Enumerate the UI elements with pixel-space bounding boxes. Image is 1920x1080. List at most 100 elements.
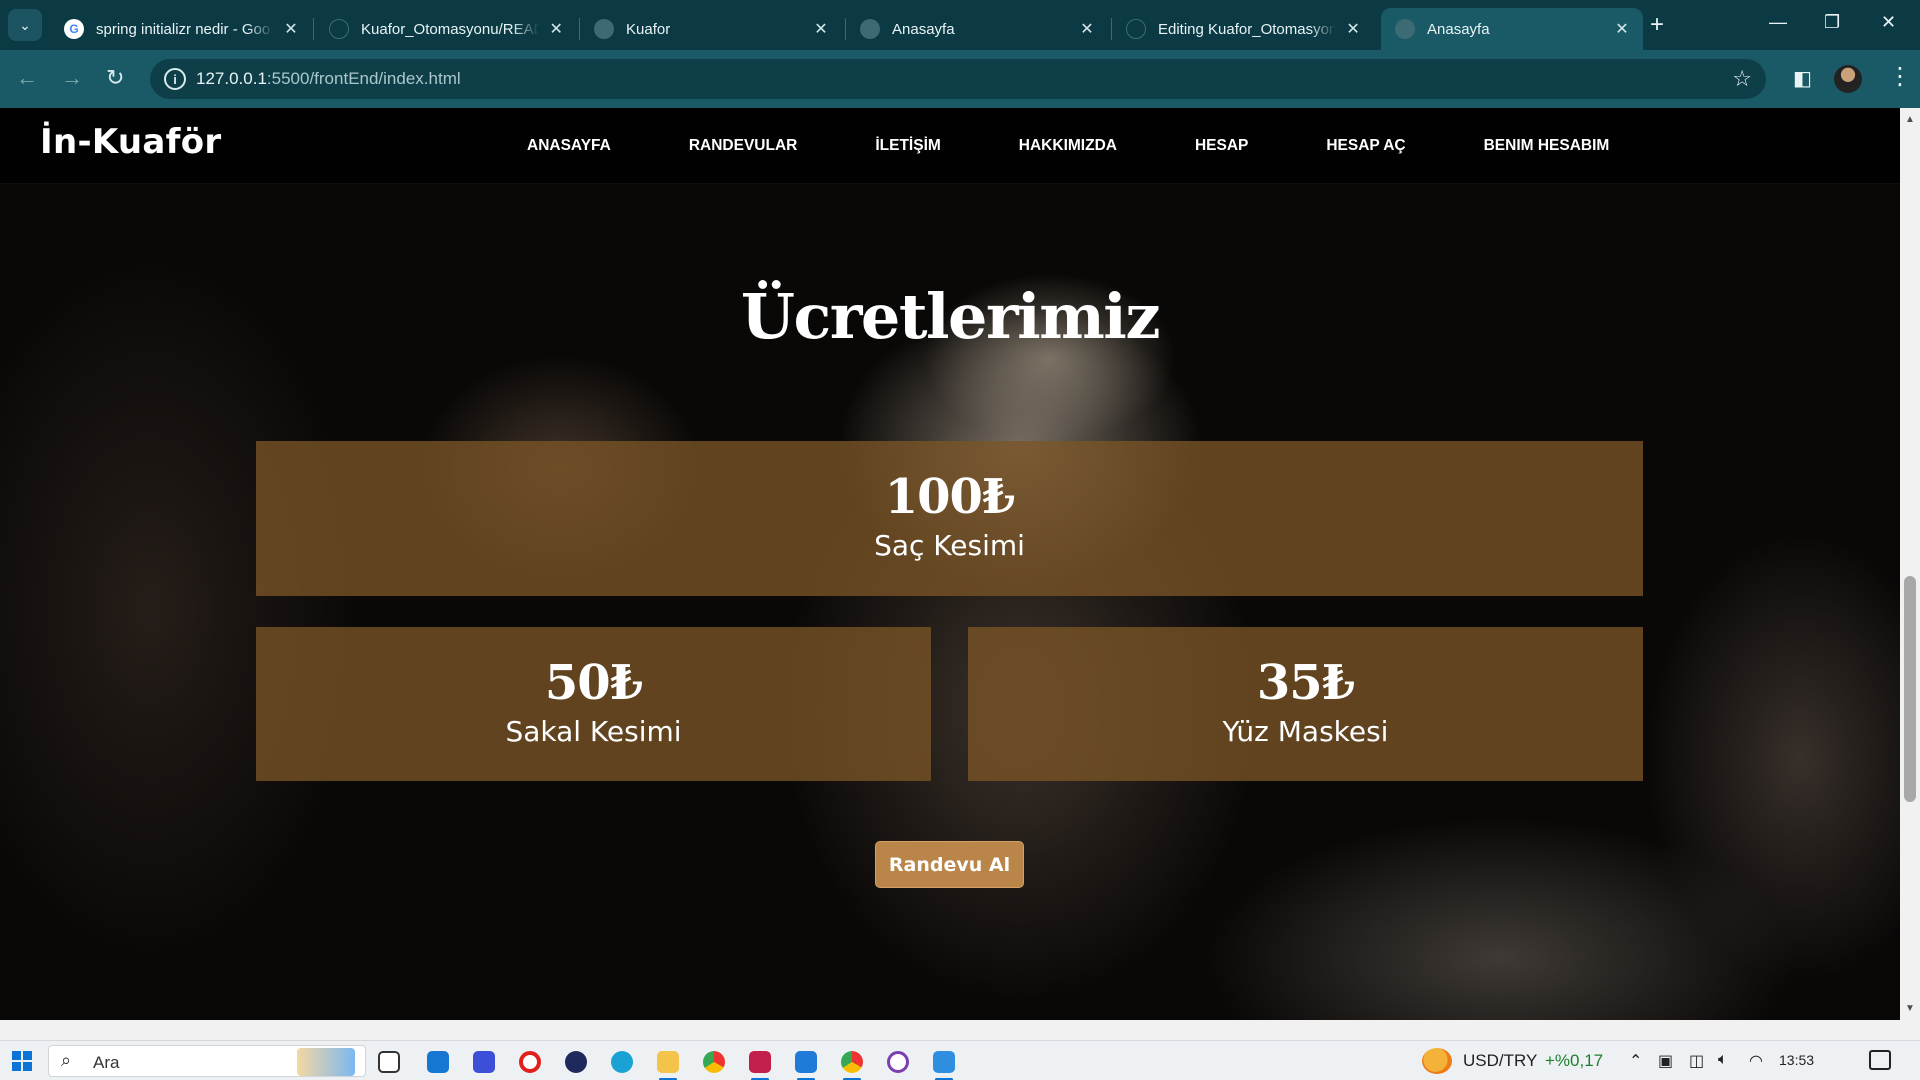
- ticker-change[interactable]: +%0,17: [1545, 1051, 1603, 1071]
- forward-icon[interactable]: →: [61, 65, 83, 91]
- side-panel-icon[interactable]: ◧: [1793, 66, 1812, 91]
- avatar[interactable]: [1834, 65, 1862, 93]
- globe-icon: [1395, 19, 1415, 39]
- price-card-sac: 100₺ Saç Kesimi: [256, 441, 1643, 596]
- mail-icon[interactable]: [427, 1051, 449, 1073]
- url-host: 127.0.0.1: [196, 69, 267, 88]
- price-card-sakal: 50₺ Sakal Kesimi: [256, 627, 931, 781]
- close-icon[interactable]: ✕: [547, 19, 565, 39]
- chrome-icon[interactable]: [841, 1051, 863, 1080]
- horizontal-scrollbar: [0, 1020, 1920, 1042]
- search-highlight-image: [297, 1048, 355, 1076]
- site-menu: ANASAYFA RANDEVULAR İLETİŞİM HAKKIMIZDA …: [527, 108, 1609, 184]
- scroll-up-icon[interactable]: ▲: [1905, 114, 1915, 125]
- minimize-button[interactable]: —: [1769, 12, 1787, 33]
- close-window-button[interactable]: ✕: [1881, 12, 1896, 33]
- close-icon[interactable]: ✕: [1344, 19, 1362, 39]
- vertical-scrollbar[interactable]: ▲ ▼: [1900, 108, 1920, 1020]
- app-icon[interactable]: [565, 1051, 587, 1073]
- task-view-icon[interactable]: [378, 1051, 400, 1073]
- close-icon[interactable]: ✕: [282, 19, 300, 39]
- wifi-icon[interactable]: ◠: [1749, 1051, 1763, 1071]
- url-path: :5500/frontEnd/index.html: [266, 69, 461, 88]
- tab-title: Anasayfa: [892, 20, 955, 38]
- tab-title: Kuafor: [626, 20, 671, 38]
- chevron-down-icon: ⌄: [19, 16, 31, 33]
- chevron-up-icon[interactable]: ⌃: [1629, 1051, 1642, 1071]
- price-value: 100₺: [884, 469, 1016, 525]
- file-explorer-icon[interactable]: [657, 1051, 679, 1080]
- globe-icon: [860, 19, 880, 39]
- nav-anasayfa[interactable]: ANASAYFA: [527, 137, 611, 155]
- site-info-icon[interactable]: i: [164, 68, 186, 90]
- new-tab-button[interactable]: +: [1650, 12, 1664, 38]
- close-icon[interactable]: ✕: [812, 19, 830, 39]
- tab-title: spring initializr nedir - Goo: [96, 20, 271, 38]
- toolbar: ← → ↻ i 127.0.0.1:5500/frontEnd/index.ht…: [0, 50, 1920, 108]
- price-value: 50₺: [544, 655, 643, 711]
- page-viewport: İn-Kuaför ANASAYFA RANDEVULAR İLETİŞİM H…: [0, 108, 1900, 1020]
- price-value: 35₺: [1256, 655, 1355, 711]
- tab-title: Kuafor_Otomasyonu/READ: [361, 20, 540, 38]
- service-name: Saç Kesimi: [874, 529, 1025, 562]
- site-logo[interactable]: İn-Kuaför: [40, 122, 221, 162]
- page-title: Ücretlerimiz: [740, 280, 1161, 353]
- github-icon: [1126, 19, 1146, 39]
- globe-icon: [594, 19, 614, 39]
- volume-icon[interactable]: 🔈︎: [1718, 1051, 1728, 1069]
- google-icon: G: [64, 19, 84, 39]
- taskbar: ⌕ Ara USD/TRY +%0,17 ⌃ ▣ ◫ 🔈︎ ◠ 13:53: [0, 1040, 1920, 1080]
- tab-title: Editing Kuafor_Otomasyon: [1158, 20, 1337, 38]
- meeting-icon[interactable]: ◫: [1689, 1051, 1704, 1071]
- forex-widget-icon[interactable]: [1422, 1048, 1452, 1074]
- randevu-al-button[interactable]: Randevu Al: [875, 841, 1024, 888]
- editor-icon[interactable]: [473, 1051, 495, 1073]
- nav-benim-hesabim[interactable]: BENIM HESABIM: [1484, 137, 1610, 155]
- menu-dots-icon[interactable]: ⋮: [1888, 62, 1912, 91]
- nav-randevular[interactable]: RANDEVULAR: [689, 137, 798, 155]
- chrome-icon[interactable]: [703, 1051, 725, 1073]
- close-icon[interactable]: ✕: [1078, 19, 1096, 39]
- tab-strip: ⌄ G spring initializr nedir - Goo ✕ Kuaf…: [0, 0, 1920, 50]
- reload-icon[interactable]: ↻: [106, 65, 124, 91]
- tab-2[interactable]: Kuafor_Otomasyonu/READ ✕: [315, 8, 577, 50]
- restore-button[interactable]: ❐: [1824, 12, 1840, 33]
- device-icon[interactable]: ▣: [1658, 1051, 1673, 1071]
- service-name: Sakal Kesimi: [505, 715, 682, 748]
- site-navbar: İn-Kuaför ANASAYFA RANDEVULAR İLETİŞİM H…: [0, 108, 1900, 184]
- vscode-icon[interactable]: [795, 1051, 817, 1080]
- tab-1[interactable]: G spring initializr nedir - Goo ✕: [50, 8, 312, 50]
- windows-start-icon[interactable]: [12, 1051, 32, 1071]
- github-icon: [329, 19, 349, 39]
- tab-3[interactable]: Kuafor ✕: [580, 8, 842, 50]
- app-icon[interactable]: [887, 1051, 909, 1073]
- star-icon[interactable]: ☆: [1732, 66, 1752, 92]
- search-icon: ⌕: [61, 1050, 72, 1070]
- search-placeholder: Ara: [93, 1053, 120, 1072]
- intellij-icon[interactable]: [749, 1051, 771, 1080]
- scroll-thumb[interactable]: [1904, 576, 1916, 802]
- opera-icon[interactable]: [519, 1051, 541, 1073]
- tab-4[interactable]: Anasayfa ✕: [846, 8, 1108, 50]
- photos-icon[interactable]: [933, 1051, 955, 1080]
- ticker-symbol[interactable]: USD/TRY: [1463, 1051, 1537, 1071]
- service-name: Yüz Maskesi: [1222, 715, 1389, 748]
- scroll-down-icon[interactable]: ▼: [1905, 1003, 1915, 1014]
- notification-icon[interactable]: [1869, 1050, 1891, 1070]
- nav-hesap[interactable]: HESAP: [1195, 137, 1248, 155]
- tab-search-button[interactable]: ⌄: [8, 9, 42, 41]
- nav-hakkimizda[interactable]: HAKKIMIZDA: [1019, 137, 1117, 155]
- nav-iletisim[interactable]: İLETİŞİM: [875, 137, 940, 155]
- close-icon[interactable]: ✕: [1613, 19, 1631, 39]
- edge-icon[interactable]: [611, 1051, 633, 1073]
- nav-hesap-ac[interactable]: HESAP AÇ: [1326, 137, 1405, 155]
- url-text: 127.0.0.1:5500/frontEnd/index.html: [196, 69, 461, 89]
- tab-5[interactable]: Editing Kuafor_Otomasyon ✕: [1112, 8, 1374, 50]
- clock[interactable]: 13:53: [1779, 1052, 1814, 1068]
- tab-divider: [313, 18, 314, 40]
- taskbar-search[interactable]: ⌕ Ara: [48, 1045, 366, 1077]
- price-card-yuz: 35₺ Yüz Maskesi: [968, 627, 1643, 781]
- address-bar[interactable]: i 127.0.0.1:5500/frontEnd/index.html ☆: [150, 59, 1766, 99]
- tab-6-active[interactable]: Anasayfa ✕: [1381, 8, 1643, 50]
- back-icon[interactable]: ←: [16, 65, 38, 91]
